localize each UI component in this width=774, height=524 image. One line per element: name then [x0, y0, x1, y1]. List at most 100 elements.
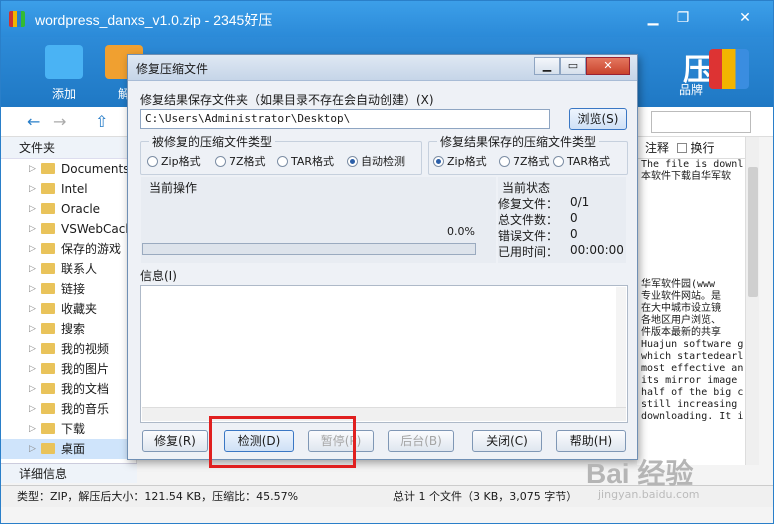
repair-button[interactable]: 修复(R): [142, 430, 208, 452]
expand-arrow-icon[interactable]: ▷: [29, 179, 36, 199]
highlight-annotation: [209, 416, 356, 468]
forward-arrow-icon[interactable]: →: [53, 112, 73, 132]
expand-arrow-icon[interactable]: ▷: [29, 239, 36, 259]
sidebar-item[interactable]: ▷ Oracle: [1, 199, 136, 219]
sidebar-item[interactable]: ▷ 我的视频: [1, 339, 136, 359]
back-arrow-icon[interactable]: ←: [27, 112, 47, 132]
status-total: 总计 1 个文件（3 KB，3,075 字节）: [393, 490, 578, 503]
sidebar-item-label: 下载: [61, 422, 86, 436]
status-key: 已用时间：: [498, 245, 559, 259]
sidebar-item[interactable]: ▷ 我的文档: [1, 379, 136, 399]
archive-brand-icon: [709, 49, 749, 89]
format-radio[interactable]: TAR格式: [277, 153, 334, 169]
browse-button[interactable]: 浏览(S): [569, 108, 627, 130]
wrap-label: 换行: [690, 141, 715, 155]
format-radio[interactable]: 7Z格式: [499, 153, 550, 169]
status-value: 0/1: [570, 195, 590, 209]
sidebar-item-label: 我的视频: [61, 342, 110, 356]
comment-label: 注释: [645, 141, 670, 155]
add-button[interactable]: 添加: [34, 41, 94, 102]
comment-line: still increasing: [641, 399, 738, 410]
format-radio[interactable]: 7Z格式: [215, 153, 266, 169]
format-radio[interactable]: Zip格式: [433, 153, 487, 169]
comment-line: 本软件下载自华军软: [641, 171, 731, 182]
folder-icon: [41, 323, 55, 334]
expand-arrow-icon[interactable]: ▷: [29, 339, 36, 359]
dialog-maximize-icon[interactable]: ▭: [560, 57, 586, 75]
up-folder-icon[interactable]: ⇧: [95, 112, 115, 132]
sidebar-item[interactable]: ▷ Intel: [1, 179, 136, 199]
radio-label: 7Z格式: [513, 155, 550, 168]
radio-dot-icon: [215, 156, 226, 167]
close-icon[interactable]: ✕: [733, 7, 757, 29]
right-search-input[interactable]: [651, 111, 751, 133]
sidebar-item[interactable]: ▷ VSWebCach: [1, 219, 136, 239]
close-button[interactable]: 关闭(C): [472, 430, 542, 452]
expand-arrow-icon[interactable]: ▷: [29, 159, 36, 179]
sidebar-item-label: 联系人: [61, 262, 98, 276]
comment-line: 各地区用户浏览、: [641, 315, 721, 326]
title-bar: wordpress_danxs_v1.0.zip - 2345好压 ▁ ❐ ✕: [1, 1, 773, 37]
sidebar-item[interactable]: ▷ 保存的游戏: [1, 239, 136, 259]
sidebar-item[interactable]: ▷ 我的音乐: [1, 399, 136, 419]
dialog-minimize-icon[interactable]: ▁: [534, 57, 560, 75]
info-vertical-scrollbar[interactable]: [616, 287, 626, 407]
radio-label: 7Z格式: [229, 155, 266, 168]
format-radio[interactable]: Zip格式: [147, 153, 201, 169]
status-archive-info: 类型：ZIP，解压后大小：121.54 KB，压缩比：45.57%: [17, 490, 299, 503]
watermark-url: jingyan.baidu.com: [598, 488, 700, 501]
expand-arrow-icon[interactable]: ▷: [29, 219, 36, 239]
save-path-input[interactable]: C:\Users\Administrator\Desktop\: [140, 109, 550, 129]
comment-line: 专业软件网站。是: [641, 291, 721, 302]
folder-icon: [41, 183, 55, 194]
sidebar-item[interactable]: ▷ Documents: [1, 159, 136, 179]
comment-line: downloading. It i: [641, 411, 744, 422]
expand-arrow-icon[interactable]: ▷: [29, 379, 36, 399]
source-type-title: 被修复的压缩文件类型: [149, 133, 276, 150]
info-textarea[interactable]: [140, 285, 628, 423]
status-value: 0: [570, 211, 578, 225]
sidebar-item-label: 我的文档: [61, 382, 110, 396]
comment-line: 华军软件园(www: [641, 279, 716, 290]
comment-scrollbar[interactable]: [745, 137, 759, 465]
format-radio[interactable]: 自动检测: [347, 153, 405, 169]
sidebar-item[interactable]: ▷ 联系人: [1, 259, 136, 279]
sidebar-item-label: 我的图片: [61, 362, 110, 376]
expand-arrow-icon[interactable]: ▷: [29, 359, 36, 379]
wrap-checkbox[interactable]: [676, 143, 687, 153]
expand-arrow-icon[interactable]: ▷: [29, 199, 36, 219]
sidebar-item[interactable]: ▷ 收藏夹: [1, 299, 136, 319]
expand-arrow-icon[interactable]: ▷: [29, 399, 36, 419]
help-button[interactable]: 帮助(H): [556, 430, 626, 452]
expand-arrow-icon[interactable]: ▷: [29, 439, 36, 459]
expand-arrow-icon[interactable]: ▷: [29, 419, 36, 439]
comment-line: Huajun software g: [641, 339, 744, 350]
status-value: 0: [570, 227, 578, 241]
restore-icon[interactable]: ❐: [671, 7, 695, 29]
progress-bar: [142, 243, 476, 255]
expand-arrow-icon[interactable]: ▷: [29, 259, 36, 279]
sidebar-item[interactable]: ▷ 链接: [1, 279, 136, 299]
expand-arrow-icon[interactable]: ▷: [29, 279, 36, 299]
dialog-title-bar: 修复压缩文件 ▁ ▭ ✕: [128, 55, 637, 81]
dialog-close-icon[interactable]: ✕: [586, 57, 630, 75]
sidebar-item[interactable]: ▷ 下载: [1, 419, 136, 439]
sidebar-item[interactable]: ▷ 我的图片: [1, 359, 136, 379]
comment-line: [637, 183, 759, 279]
folder-icon: [41, 423, 55, 434]
format-radio[interactable]: TAR格式: [553, 153, 610, 169]
sidebar-item-label: Oracle: [61, 202, 101, 216]
current-operation-title: 当前操作: [149, 181, 198, 195]
sidebar-item[interactable]: ▷ 桌面: [1, 439, 136, 459]
scrollbar-thumb[interactable]: [748, 167, 758, 297]
folder-icon: [41, 243, 55, 254]
expand-arrow-icon[interactable]: ▷: [29, 299, 36, 319]
sidebar-item[interactable]: ▷ 搜索: [1, 319, 136, 339]
minimize-icon[interactable]: ▁: [641, 7, 665, 29]
details-header[interactable]: 详细信息: [1, 463, 137, 483]
expand-arrow-icon[interactable]: ▷: [29, 319, 36, 339]
radio-label: Zip格式: [447, 155, 487, 168]
background-button[interactable]: 后台(B): [388, 430, 454, 452]
folder-icon: [41, 163, 55, 174]
comment-line: which startedearl: [641, 351, 744, 362]
